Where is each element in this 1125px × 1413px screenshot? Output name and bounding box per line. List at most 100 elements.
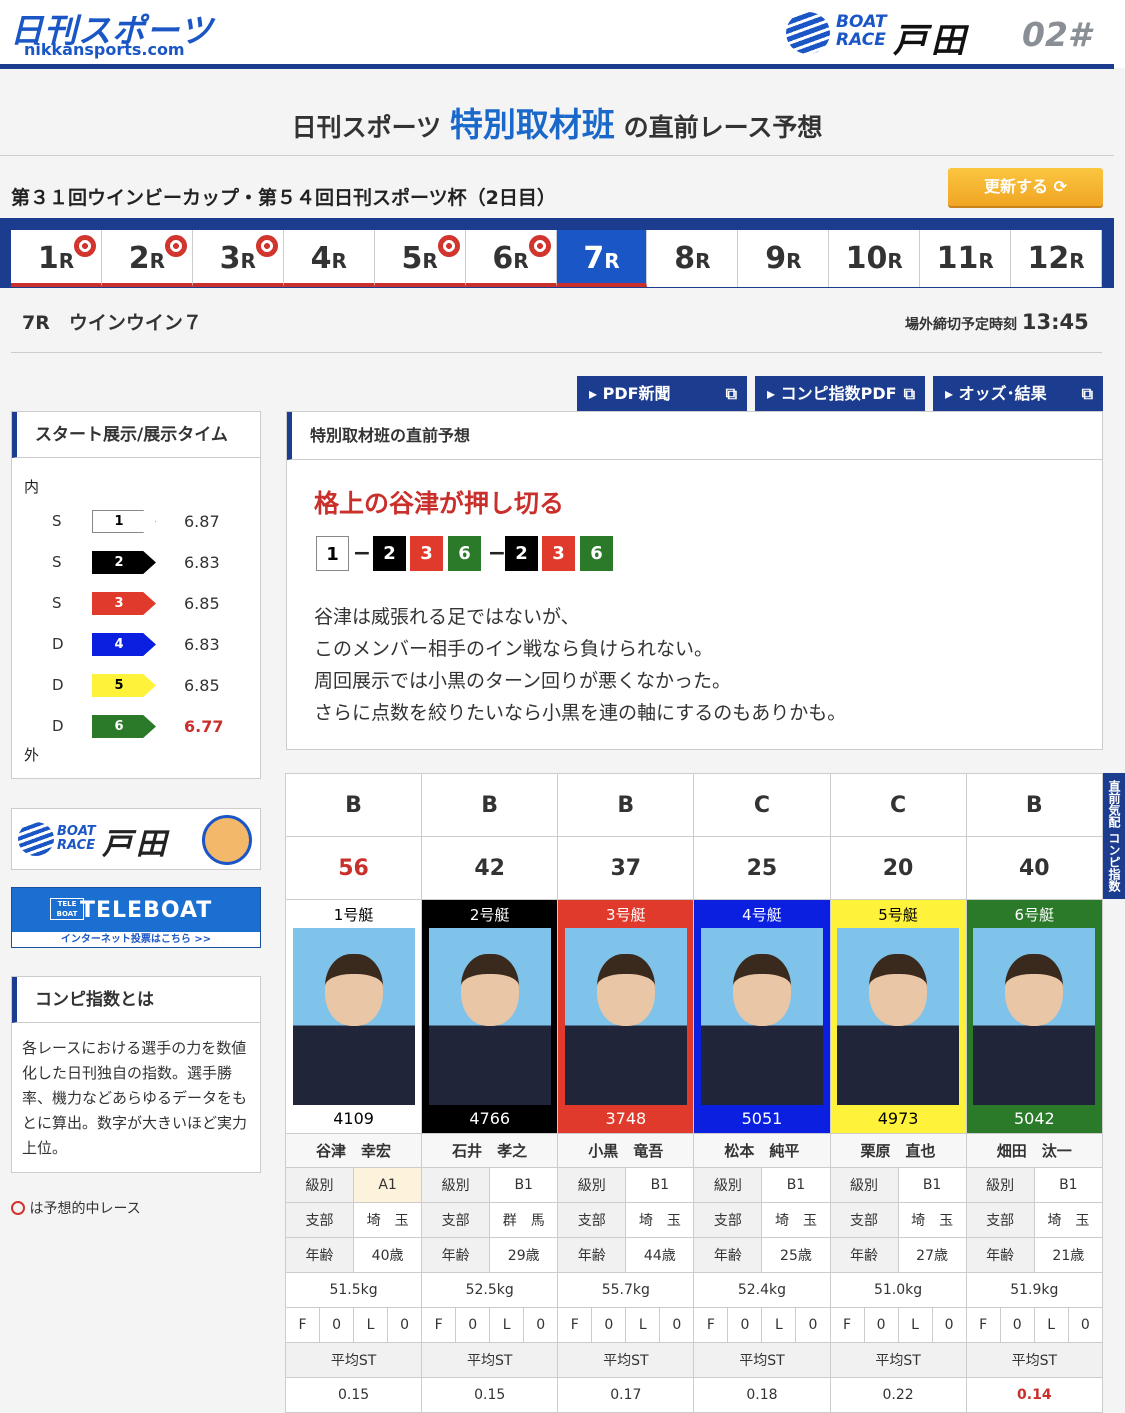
pdf-newspaper-link[interactable]: ▸ PDF新聞 ⧉ <box>577 376 747 411</box>
boat-number-label: 5号艇 <box>878 906 918 924</box>
race-tab-2[interactable]: 2R <box>101 230 193 287</box>
racer-photo-cell[interactable]: 5号艇 4973 <box>829 899 967 1134</box>
start-row: S 3 6.85 <box>12 584 261 625</box>
boatrace-toda-banner[interactable]: BOAT RACE 戸田 <box>11 808 261 870</box>
racer-photo-cell[interactable]: 1号艇 4109 <box>284 899 423 1134</box>
nikkansports-url[interactable]: nikkansports.com <box>24 40 185 59</box>
outer-label: 外 <box>24 746 40 764</box>
field-label: 年齢 <box>421 1237 491 1273</box>
l-count: 0 <box>931 1307 967 1343</box>
field-label: 支部 <box>557 1202 627 1238</box>
boat-number-label: 1号艇 <box>333 906 374 924</box>
exhibition-time: 6.85 <box>184 594 220 613</box>
racer-photo-cell[interactable]: 2号艇 4766 <box>421 899 559 1134</box>
racer-face <box>596 954 655 1026</box>
comment-line: このメンバー相手のイン戦なら負けられない。 <box>314 638 714 660</box>
field-label: 年齢 <box>965 1237 1035 1273</box>
start-row: S 1 6.87 <box>12 502 261 543</box>
racer-face <box>869 954 928 1026</box>
racer-name[interactable]: 栗原 直也 <box>829 1133 967 1168</box>
teleboat-logo: TELEBOAT <box>80 898 213 923</box>
field-value: B1 <box>625 1167 695 1203</box>
race-tab-4[interactable]: 4R <box>283 230 375 287</box>
field-value: 埼 玉 <box>625 1202 695 1238</box>
class-letter: C <box>829 773 967 837</box>
field-value: B1 <box>1033 1167 1104 1203</box>
racer-photo-cell[interactable]: 6号艇 5042 <box>965 899 1104 1134</box>
teleboat-sub[interactable]: インターネット投票はこちら >> <box>12 932 260 947</box>
race-tab-12[interactable]: 12R <box>1011 230 1103 287</box>
boat-5-marker: 5 <box>92 674 156 697</box>
racer-name[interactable]: 谷津 幸宏 <box>284 1133 423 1168</box>
field-label: 支部 <box>421 1202 491 1238</box>
racer-name[interactable]: 小黒 竜吾 <box>557 1133 695 1168</box>
start-row: S 2 6.83 <box>12 543 261 584</box>
race-tab-9[interactable]: 9R <box>738 230 830 287</box>
class-letter: B <box>421 773 559 837</box>
race-tab-8[interactable]: 8R <box>647 230 739 287</box>
f-count: 0 <box>863 1307 899 1343</box>
racer-name[interactable]: 松本 純平 <box>693 1133 831 1168</box>
l-label: L <box>489 1307 525 1343</box>
start-type: D <box>52 676 64 694</box>
field-value: B1 <box>761 1167 831 1203</box>
field-label: 級別 <box>829 1167 899 1203</box>
l-label: L <box>761 1307 797 1343</box>
race-tab-11[interactable]: 11R <box>920 230 1012 287</box>
exhibition-time: 6.83 <box>184 635 220 654</box>
avg-st-value: 0.15 <box>284 1377 423 1413</box>
refresh-button[interactable]: 更新する ⟳ <box>948 168 1103 206</box>
race-tabs: 1R 2R 3R 4R 5R 6R 7R 8R 9R 10R 11R 12R <box>11 230 1103 287</box>
field-label: 級別 <box>965 1167 1035 1203</box>
race-tab-10[interactable]: 10R <box>829 230 921 287</box>
exhibition-time: 6.85 <box>184 676 220 695</box>
race-tab-6[interactable]: 6R <box>465 230 557 287</box>
field-value: 埼 玉 <box>761 1202 831 1238</box>
racer-photo <box>292 928 415 1105</box>
racer-photo-cell[interactable]: 3号艇 3748 <box>557 899 695 1134</box>
comment-line: さらに点数を絞りたいなら小黒を連の軸にするのもありかも。 <box>314 702 847 724</box>
f-label: F <box>284 1307 321 1343</box>
formation-boat: 3 <box>410 536 443 571</box>
racer-face <box>732 954 791 1026</box>
side-tab[interactable]: 直前気配 コンピ指数 <box>1103 773 1125 899</box>
racer-name[interactable]: 畑田 汰一 <box>965 1133 1104 1168</box>
racer-photo-cell[interactable]: 4号艇 5051 <box>693 899 831 1134</box>
registration-number: 5051 <box>741 1109 783 1128</box>
field-value: 40歳 <box>353 1237 423 1273</box>
racer-name[interactable]: 石井 孝之 <box>421 1133 559 1168</box>
formation-boat: 2 <box>373 536 406 571</box>
page-title: 日刊スポーツ 特別取材班 の直前レース予想 <box>291 105 823 144</box>
race-tab-unit: R <box>1069 249 1085 273</box>
formation-boat: 1 <box>316 536 349 571</box>
racer-photo <box>973 928 1096 1105</box>
racer-weight: 55.7kg <box>557 1272 695 1308</box>
combi-pdf-link[interactable]: ▸ コンピ指数PDF ⧉ <box>755 376 925 411</box>
odds-results-link[interactable]: ▸ オッズ･結果 ⧉ <box>933 376 1103 411</box>
registration-number: 4109 <box>333 1109 374 1128</box>
target-icon <box>528 235 551 257</box>
avg-st-value: 0.22 <box>829 1377 967 1413</box>
formation-dash: − <box>487 541 507 566</box>
l-count: 0 <box>795 1307 831 1343</box>
race-tab-5[interactable]: 5R <box>374 230 466 287</box>
field-value: 埼 玉 <box>353 1202 423 1238</box>
external-link-icon: ⧉ <box>903 384 915 403</box>
inner-label: 内 <box>24 478 40 496</box>
race-tab-1[interactable]: 1R <box>11 230 102 287</box>
race-tab-number: 4 <box>310 241 332 276</box>
f-count: 0 <box>727 1307 763 1343</box>
start-type: D <box>52 717 64 735</box>
field-value: B1 <box>489 1167 559 1203</box>
boatrace-logo-icon <box>786 12 830 54</box>
race-tab-3[interactable]: 3R <box>192 230 284 287</box>
race-tab-unit: R <box>513 249 529 273</box>
racer-photo <box>700 928 823 1105</box>
f-count: 0 <box>999 1307 1035 1343</box>
l-count: 0 <box>1067 1307 1104 1343</box>
start-row: D 4 6.83 <box>12 625 261 666</box>
field-value: B1 <box>897 1167 967 1203</box>
race-tab-number: 6 <box>492 241 514 276</box>
race-tab-7[interactable]: 7R <box>556 230 648 287</box>
racer-weight: 51.9kg <box>965 1272 1104 1308</box>
